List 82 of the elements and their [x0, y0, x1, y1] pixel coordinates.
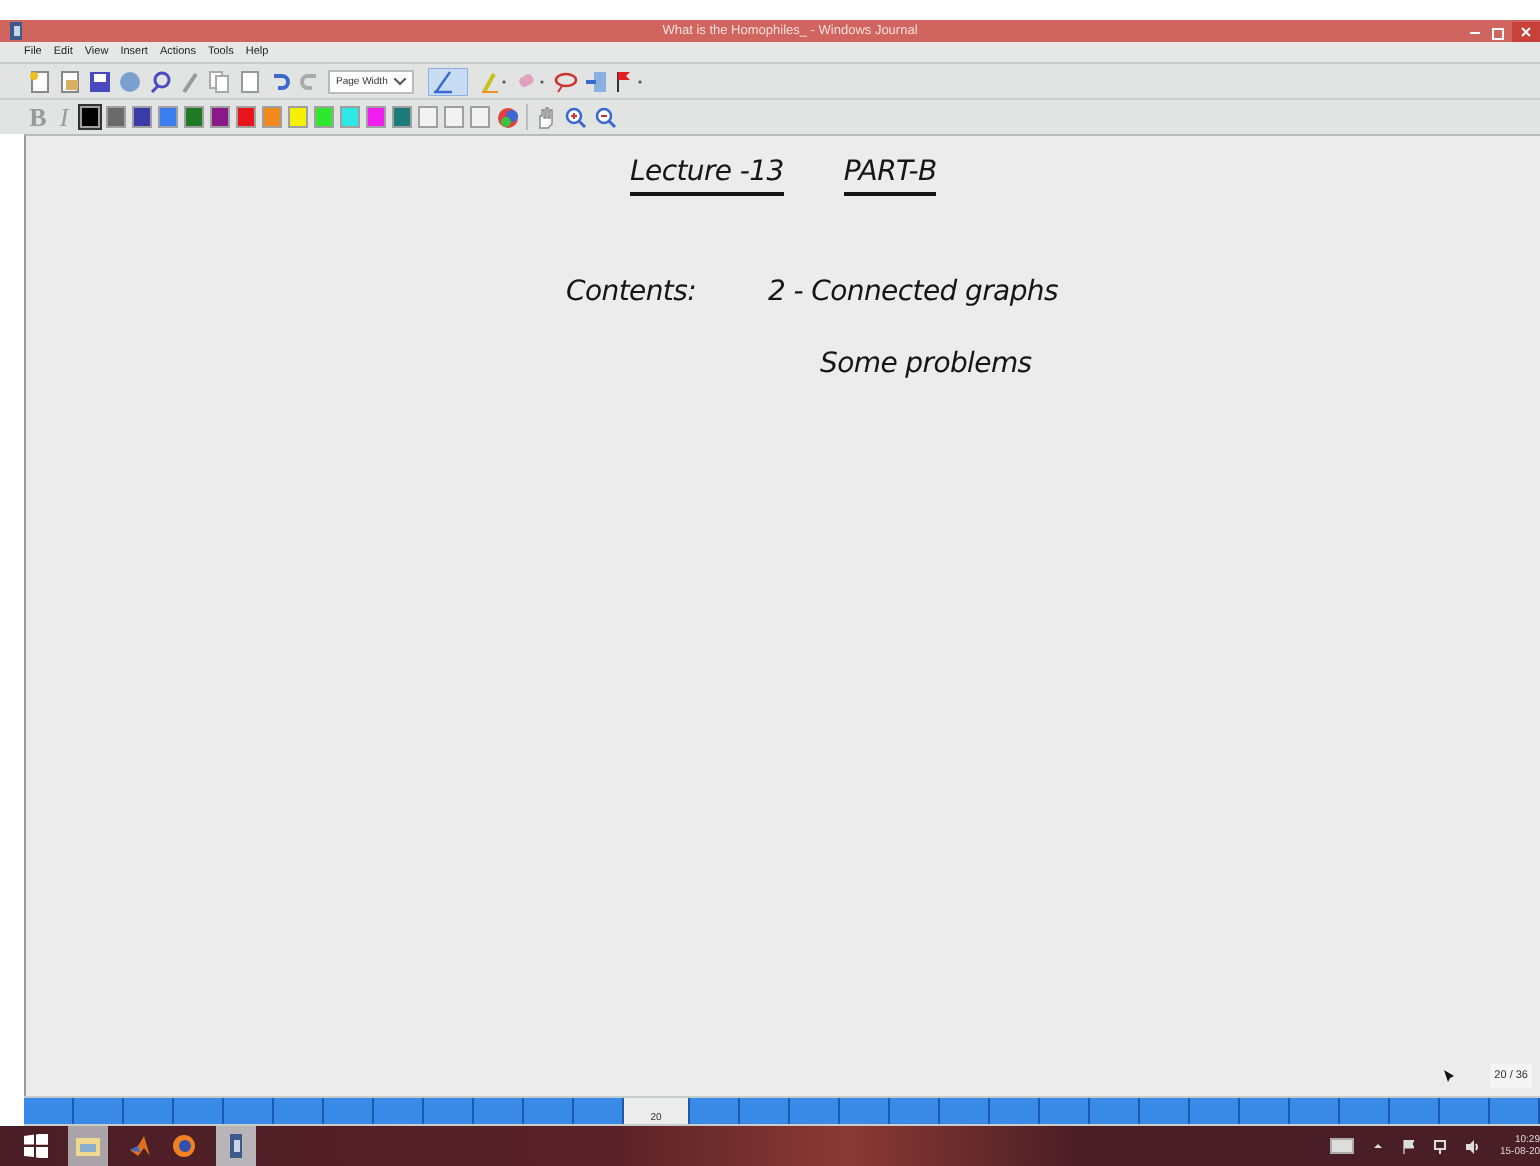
flag-icon[interactable] [613, 69, 646, 93]
color-swatch[interactable] [106, 106, 126, 128]
folder-icon[interactable] [68, 1126, 108, 1166]
page-tab[interactable] [1239, 1098, 1290, 1124]
lasso-icon[interactable] [553, 69, 578, 93]
palette-icon[interactable] [496, 105, 520, 129]
page-tab[interactable] [124, 1098, 175, 1124]
zoom-out-icon[interactable] [594, 105, 618, 129]
page-tab[interactable] [374, 1098, 425, 1124]
contents-item: 2 - Connected graphs [768, 276, 1058, 308]
color-swatch[interactable] [80, 106, 100, 128]
insert-space-icon[interactable] [583, 69, 608, 93]
undo-icon[interactable] [268, 69, 292, 93]
keyboard-icon[interactable] [1329, 1138, 1354, 1154]
color-swatch[interactable] [210, 106, 230, 128]
color-swatch[interactable] [314, 106, 334, 128]
color-swatch[interactable] [340, 106, 360, 128]
page-tab[interactable] [224, 1098, 275, 1124]
page-tab[interactable] [1189, 1098, 1240, 1124]
page-tab[interactable] [74, 1098, 125, 1124]
firefox-icon[interactable] [172, 1134, 196, 1158]
lecture-heading: Lecture -13 [630, 156, 784, 196]
page-tab[interactable] [1089, 1098, 1140, 1124]
color-swatch[interactable] [418, 106, 438, 128]
restore-icon[interactable] [1490, 23, 1506, 39]
journal-icon [8, 22, 24, 40]
page-tab[interactable] [1340, 1098, 1391, 1124]
page-tab[interactable] [1490, 1098, 1540, 1124]
eraser-icon[interactable] [515, 69, 548, 93]
page-tab[interactable] [689, 1098, 740, 1124]
page-tab[interactable] [1039, 1098, 1090, 1124]
matlab-icon[interactable] [128, 1134, 152, 1158]
page-tab[interactable] [989, 1098, 1040, 1124]
journal-icon[interactable] [216, 1126, 256, 1166]
highlighter-icon[interactable] [477, 69, 510, 93]
page-tab[interactable] [1440, 1098, 1491, 1124]
page-tab[interactable] [839, 1098, 890, 1124]
zoom-in-icon[interactable] [564, 105, 588, 129]
color-swatch[interactable] [444, 106, 464, 128]
save-icon[interactable] [88, 69, 112, 93]
caret-icon[interactable] [1373, 1142, 1382, 1150]
color-swatch[interactable] [470, 106, 490, 128]
speaker-icon[interactable] [1465, 1139, 1480, 1153]
page-tab[interactable] [1289, 1098, 1341, 1124]
close-icon[interactable] [1512, 21, 1540, 41]
color-swatch[interactable] [184, 106, 204, 128]
page-tab[interactable] [424, 1098, 475, 1124]
page-tab[interactable] [739, 1098, 790, 1124]
page-tab[interactable] [1139, 1098, 1190, 1124]
start-icon[interactable] [24, 1134, 48, 1158]
part-heading: PART-B [843, 156, 937, 196]
flag-icon[interactable] [1401, 1139, 1414, 1153]
page-tab[interactable] [939, 1098, 990, 1124]
page-tab[interactable] [524, 1098, 575, 1124]
page-tab[interactable] [1390, 1098, 1441, 1124]
color-swatch[interactable] [158, 106, 178, 128]
copy-icon[interactable] [208, 69, 232, 93]
page-tab[interactable] [474, 1098, 525, 1124]
page-tab[interactable] [324, 1098, 375, 1124]
new-note-icon[interactable] [28, 69, 52, 93]
color-swatch[interactable] [392, 106, 412, 128]
page-tab[interactable] [24, 1098, 75, 1124]
color-swatch[interactable] [288, 106, 308, 128]
page-tab[interactable] [174, 1098, 225, 1124]
color-swatch[interactable] [236, 106, 256, 128]
contents-label: Contents: [566, 276, 696, 308]
hand-icon[interactable] [534, 105, 558, 129]
page-tab[interactable] [274, 1098, 325, 1124]
network-icon[interactable] [1433, 1139, 1446, 1153]
color-swatch[interactable] [132, 106, 152, 128]
page-tab[interactable] [574, 1098, 625, 1124]
cursor-icon [1444, 1070, 1455, 1082]
color-swatch[interactable] [262, 106, 282, 128]
redo-icon[interactable] [298, 69, 322, 93]
open-icon[interactable] [58, 69, 82, 93]
contents-item: Some problems [820, 348, 1032, 380]
page-tab[interactable] [889, 1098, 940, 1124]
search-icon[interactable] [148, 69, 172, 93]
page-tab[interactable] [789, 1098, 840, 1124]
color-swatch[interactable] [366, 106, 386, 128]
pen-icon[interactable] [427, 67, 468, 95]
chevron-icon[interactable] [393, 77, 406, 85]
